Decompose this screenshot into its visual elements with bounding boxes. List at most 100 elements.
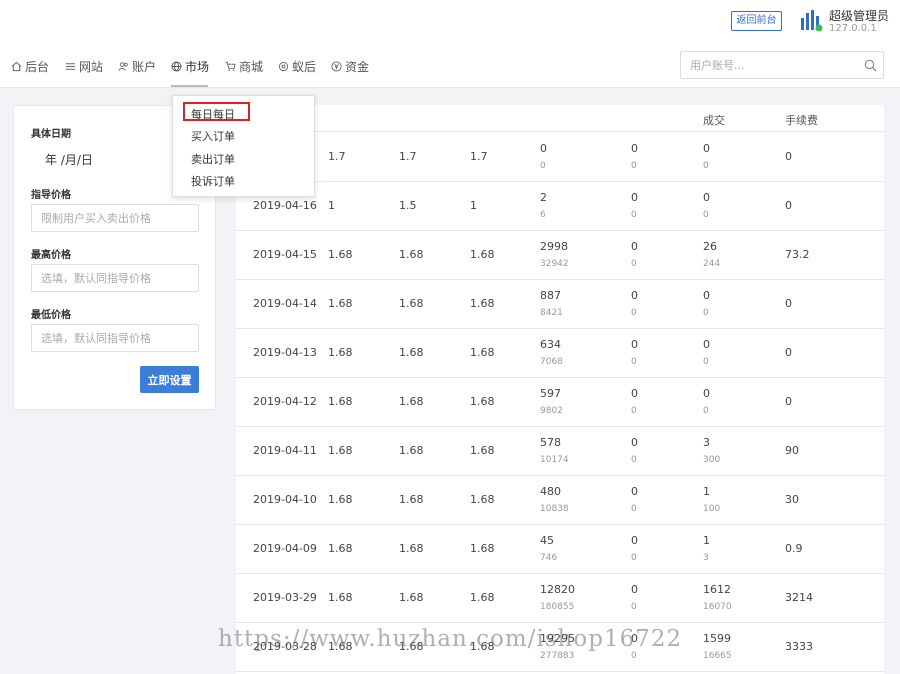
table-row: 2019-04-13 1.68 1.68 1.68 634 7068 0 0 0 0 0 xyxy=(236,329,884,378)
cell-sell-amount: 0 xyxy=(631,455,637,465)
cell-high: 1.68 xyxy=(399,346,424,359)
min-price-label: 最低价格 xyxy=(31,310,71,321)
nav-item-mall[interactable]: 商城 xyxy=(225,58,263,75)
cell-open: 1.68 xyxy=(328,591,353,604)
cell-high: 1.68 xyxy=(399,444,424,457)
cell-buy-count: 2 xyxy=(540,191,547,204)
table-row: 2019-03-29 1.68 1.68 1.68 12820 180855 0 0 1612 1… xyxy=(236,574,884,623)
cell-high: 1.7 xyxy=(399,150,417,163)
cell-high: 1.68 xyxy=(399,493,424,506)
cell-open: 1 xyxy=(328,199,335,212)
table-row: 2019-04-16 1 1.5 1 2 6 0 0 0 0 0 xyxy=(236,182,884,231)
nav-item-backend[interactable]: 后台 xyxy=(11,58,49,75)
apply-settings-button[interactable]: 立即设置 xyxy=(140,366,199,393)
cell-buy-amount: 746 xyxy=(540,553,558,563)
admin-name: 超级管理员 xyxy=(829,9,890,23)
min-price-field[interactable] xyxy=(31,324,199,352)
cell-fee: 0 xyxy=(785,395,792,408)
cell-fee: 3333 xyxy=(785,640,813,653)
cell-sell-amount: 0 xyxy=(631,161,637,171)
cell-deal-count: 0 xyxy=(703,387,710,400)
cell-fee: 0 xyxy=(785,297,792,310)
menu-item-sell-orders[interactable]: 卖出订单 xyxy=(191,151,235,167)
max-price-label: 最高价格 xyxy=(31,250,71,261)
date-field-value: 年 /月/日 xyxy=(45,153,93,167)
user-search xyxy=(680,51,884,79)
cell-sell-amount: 0 xyxy=(631,210,637,220)
max-price-field[interactable] xyxy=(31,264,199,292)
market-dropdown-menu: 每日每日 买入订单 卖出订单 投诉订单 xyxy=(172,95,315,197)
nav-item-queen[interactable]: 蚁后 xyxy=(278,58,316,75)
cell-fee: 3214 xyxy=(785,591,813,604)
cell-date: 2019-04-09 xyxy=(253,542,317,555)
cell-low: 1.68 xyxy=(470,346,495,359)
cell-fee: 90 xyxy=(785,444,799,457)
date-label: 具体日期 xyxy=(31,129,71,140)
nav-label: 蚁后 xyxy=(292,60,317,74)
cell-deal-amount: 0 xyxy=(703,406,709,416)
column-header-deal: 成交 xyxy=(703,114,725,127)
cell-buy-count: 480 xyxy=(540,485,561,498)
cell-buy-count: 578 xyxy=(540,436,561,449)
nav-item-account[interactable]: 账户 xyxy=(118,58,156,75)
cell-deal-amount: 16070 xyxy=(703,602,732,612)
cell-sell-amount: 0 xyxy=(631,406,637,416)
cell-fee: 30 xyxy=(785,493,799,506)
cell-deal-count: 1612 xyxy=(703,583,731,596)
cell-fee: 0 xyxy=(785,346,792,359)
cell-sell-count: 0 xyxy=(631,436,638,449)
table-row: 2019-04-15 1.68 1.68 1.68 2998 32942 0 0 26 244 73… xyxy=(236,231,884,280)
cell-deal-count: 3 xyxy=(703,436,710,449)
cell-sell-count: 0 xyxy=(631,289,638,302)
menu-item-complaint-orders[interactable]: 投诉订单 xyxy=(191,173,235,189)
cell-deal-amount: 300 xyxy=(703,455,721,465)
cell-sell-count: 0 xyxy=(631,338,638,351)
main-nav: 后台 网站 账户 市场 商城 蚁后 资金 xyxy=(0,44,900,88)
cell-low: 1 xyxy=(470,199,477,212)
cell-open: 1.68 xyxy=(328,297,353,310)
guide-price-field[interactable] xyxy=(31,204,199,232)
cell-sell-amount: 0 xyxy=(631,504,637,514)
cell-deal-amount: 0 xyxy=(703,161,709,171)
cell-fee: 0 xyxy=(785,150,792,163)
cell-sell-count: 0 xyxy=(631,240,638,253)
active-nav-indicator xyxy=(171,85,208,87)
cell-deal-count: 0 xyxy=(703,289,710,302)
globe-icon xyxy=(171,61,182,72)
cell-date: 2019-04-16 xyxy=(253,199,317,212)
cell-buy-count: 12820 xyxy=(540,583,575,596)
cell-low: 1.68 xyxy=(470,542,495,555)
cell-buy-count: 2998 xyxy=(540,240,568,253)
cell-buy-amount: 277883 xyxy=(540,651,575,661)
cell-buy-count: 887 xyxy=(540,289,561,302)
search-icon[interactable] xyxy=(864,59,877,72)
cell-high: 1.68 xyxy=(399,542,424,555)
home-icon xyxy=(11,61,22,72)
cell-deal-amount: 100 xyxy=(703,504,721,514)
cell-fee: 0.9 xyxy=(785,542,803,555)
cell-open: 1.68 xyxy=(328,444,353,457)
back-to-frontend-button[interactable]: 返回前台 xyxy=(731,11,782,31)
cell-sell-amount: 0 xyxy=(631,357,637,367)
search-input[interactable] xyxy=(681,52,856,78)
cell-date: 2019-03-29 xyxy=(253,591,317,604)
cart-icon xyxy=(225,61,236,71)
cell-buy-count: 0 xyxy=(540,142,547,155)
cell-deal-count: 0 xyxy=(703,142,710,155)
logo-icon xyxy=(801,10,823,32)
nav-item-market[interactable]: 市场 xyxy=(171,58,209,75)
nav-item-funds[interactable]: 资金 xyxy=(331,58,369,75)
gear-icon xyxy=(278,61,289,72)
cell-high: 1.68 xyxy=(399,395,424,408)
cell-fee: 73.2 xyxy=(785,248,810,261)
cell-buy-amount: 32942 xyxy=(540,259,569,269)
cell-buy-amount: 0 xyxy=(540,161,546,171)
cell-date: 2019-04-12 xyxy=(253,395,317,408)
cell-sell-count: 0 xyxy=(631,534,638,547)
menu-item-daily[interactable]: 每日每日 xyxy=(191,106,235,122)
cell-deal-count: 0 xyxy=(703,191,710,204)
menu-item-buy-orders[interactable]: 买入订单 xyxy=(191,128,235,144)
cell-buy-amount: 10838 xyxy=(540,504,569,514)
nav-item-website[interactable]: 网站 xyxy=(65,58,103,75)
watermark: https://www.huzhan.com/ishop16722 xyxy=(218,626,683,652)
